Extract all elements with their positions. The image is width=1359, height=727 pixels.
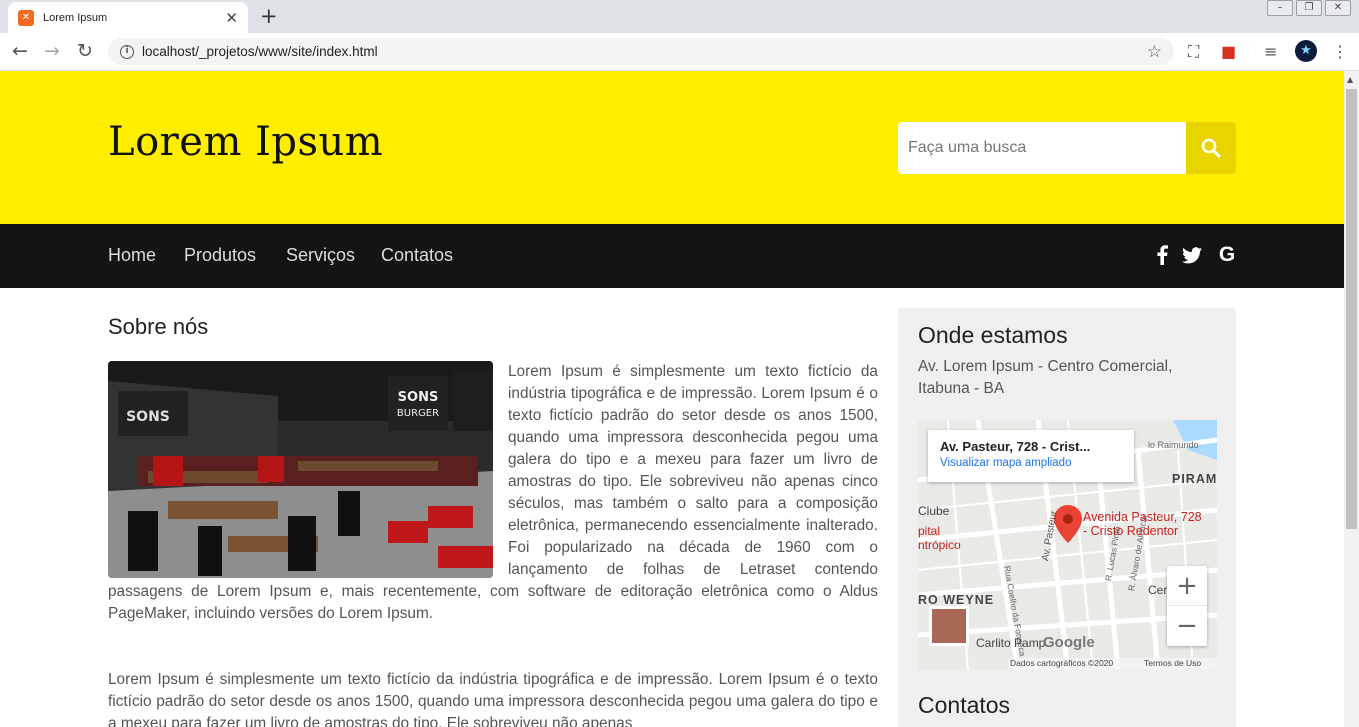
- restore-icon[interactable]: ❐: [1296, 0, 1322, 16]
- contacts-title: Contatos: [918, 692, 1011, 718]
- zoom-out-icon[interactable]: −: [1167, 606, 1207, 646]
- page-scrollbar[interactable]: ▲: [1344, 71, 1359, 727]
- search-icon: [1201, 138, 1221, 158]
- location-title: Onde estamos: [918, 322, 1068, 348]
- facebook-icon[interactable]: [1149, 242, 1175, 268]
- about-paragraph-1-part: Lorem Ipsum é simplesmente um texto fict…: [108, 361, 878, 625]
- nav-servicos[interactable]: Serviços: [286, 245, 355, 266]
- map-label-pital: pital: [918, 524, 941, 538]
- about-paragraph-1: Lorem Ipsum é simplesmente um texto fict…: [108, 363, 878, 622]
- back-icon[interactable]: ←: [12, 40, 28, 62]
- tab-title: Lorem Ipsum: [43, 11, 108, 24]
- map-pin-label-line2: - Cristo Redentor: [1083, 524, 1179, 538]
- sidebar: Onde estamos Av. Lorem Ipsum - Centro Co…: [898, 308, 1236, 727]
- profile-avatar[interactable]: ★: [1295, 40, 1317, 62]
- map-pin-label-line1: Avenida Pasteur, 728: [1083, 510, 1202, 524]
- bookmark-star-icon[interactable]: ☆: [1147, 42, 1162, 62]
- page-viewport: Lorem Ipsum Home Produtos Serviços Conta…: [0, 71, 1344, 727]
- map-label-clube: Clube: [918, 504, 950, 518]
- new-tab-icon[interactable]: +: [260, 4, 278, 28]
- map-label-ntropico: ntrópico: [918, 538, 961, 552]
- close-window-icon[interactable]: ✕: [1325, 0, 1351, 16]
- scroll-up-icon[interactable]: ▲: [1347, 75, 1353, 84]
- map-info-card: Av. Pasteur, 728 - Crist... Visualizar m…: [928, 430, 1134, 482]
- screenshot-extension-icon[interactable]: ⛶: [1188, 42, 1199, 62]
- map-zoom-control: + −: [1167, 566, 1207, 646]
- zoom-in-icon[interactable]: +: [1167, 566, 1207, 606]
- search-input[interactable]: [898, 122, 1186, 174]
- map-pin-label: Avenida Pasteur, 728 - Cristo Redentor: [1083, 510, 1202, 538]
- google-map[interactable]: PIRAMBU Clube pital ntrópico RO WEYNE lo…: [918, 420, 1217, 670]
- media-icon[interactable]: ≡: [1264, 42, 1277, 61]
- browser-toolbar: ← → ↻ i localhost/_projetos/www/site/ind…: [0, 33, 1359, 71]
- window-controls: – ❐ ✕: [1264, 0, 1351, 16]
- browser-tab[interactable]: ✕ Lorem Ipsum ✕: [8, 2, 248, 33]
- close-tab-icon[interactable]: ✕: [225, 9, 238, 27]
- info-icon[interactable]: i: [120, 44, 134, 59]
- site-header: Lorem Ipsum: [0, 71, 1344, 224]
- map-label-cer: Cer: [1148, 583, 1168, 597]
- address-bar[interactable]: i localhost/_projetos/www/site/index.htm…: [108, 38, 1174, 65]
- google-logo[interactable]: Google: [1043, 634, 1095, 651]
- forward-icon[interactable]: →: [44, 40, 60, 62]
- about-title: Sobre nós: [108, 314, 209, 339]
- about-paragraph-2: Lorem Ipsum é simplesmente um texto fict…: [108, 671, 878, 727]
- map-attribution-bar: Dados cartográficos ©2020 Termos de Uso: [1008, 658, 1217, 670]
- favicon-icon: ✕: [18, 9, 34, 26]
- twitter-icon[interactable]: [1179, 242, 1205, 268]
- search-button[interactable]: [1186, 122, 1236, 174]
- map-label-ro-weyne: RO WEYNE: [918, 593, 995, 607]
- minimize-icon[interactable]: –: [1267, 0, 1293, 16]
- map-enlarge-link[interactable]: Visualizar mapa ampliado: [940, 457, 1122, 469]
- map-label-pirambu: PIRAMBU: [1172, 472, 1217, 486]
- map-card-title: Av. Pasteur, 728 - Crist...: [940, 439, 1091, 454]
- scroll-thumb[interactable]: [1346, 89, 1357, 529]
- menu-icon[interactable]: ⋮: [1332, 42, 1348, 61]
- nav-contatos[interactable]: Contatos: [381, 245, 453, 266]
- google-icon[interactable]: G: [1214, 242, 1240, 268]
- address-text: Av. Lorem Ipsum - Centro Comercial, Itab…: [918, 358, 1173, 397]
- nav-home[interactable]: Home: [108, 245, 156, 266]
- book-extension-icon[interactable]: ■: [1221, 42, 1236, 61]
- map-attribution: Dados cartográficos ©2020: [1010, 658, 1114, 668]
- browser-tabstrip: ✕ Lorem Ipsum ✕ + – ❐ ✕: [0, 0, 1359, 33]
- nav-produtos[interactable]: Produtos: [184, 245, 256, 266]
- map-terms-link[interactable]: Termos de Uso: [1144, 658, 1201, 668]
- site-logo[interactable]: Lorem Ipsum: [108, 119, 383, 165]
- map-label-carlito: Carlito Pamp: [976, 636, 1046, 650]
- map-label-raimundo: lo Raimundo: [1148, 440, 1199, 450]
- reload-icon[interactable]: ↻: [77, 40, 93, 62]
- main-nav: Home Produtos Serviços Contatos G: [0, 224, 1344, 288]
- url-text[interactable]: localhost/_projetos/www/site/index.html: [142, 44, 1147, 59]
